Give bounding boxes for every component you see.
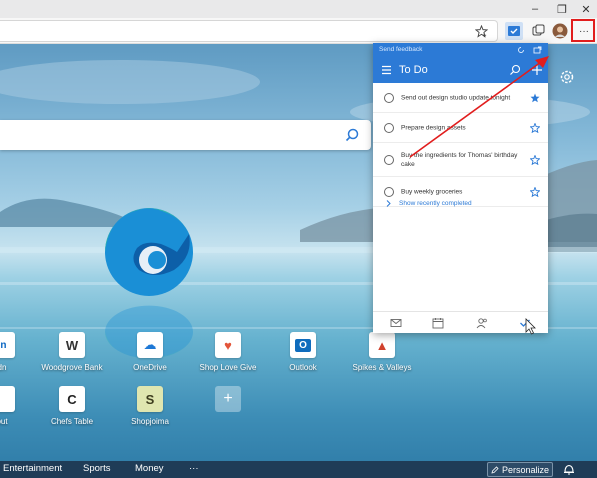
task-item[interactable]: Buy the ingredients for Thomas' birthday…: [373, 143, 548, 177]
gear-icon[interactable]: [558, 68, 576, 86]
quick-link-tile[interactable]: out: [0, 386, 37, 436]
browser-toolbar: ···: [0, 18, 597, 44]
menu-icon[interactable]: [381, 65, 392, 75]
news-more-button[interactable]: ···: [189, 463, 199, 474]
todo-panel-footer: [373, 311, 548, 333]
minimize-button[interactable]: –: [524, 0, 546, 18]
quick-link-icon: ♥: [215, 332, 241, 358]
send-feedback-link[interactable]: Send feedback: [379, 46, 422, 53]
quick-link-icon: S: [137, 386, 163, 412]
plus-icon: +: [215, 386, 241, 412]
star-icon[interactable]: [530, 122, 540, 133]
annotation-highlight-box: [571, 19, 595, 42]
news-tab-entertainment[interactable]: Entertainment: [3, 463, 62, 474]
quick-link-icon: W: [59, 332, 85, 358]
address-bar[interactable]: [0, 20, 498, 42]
close-button[interactable]: ✕: [575, 0, 597, 18]
quick-link-icon: C: [59, 386, 85, 412]
todo-panel-title: To Do: [399, 64, 428, 76]
quick-link-icon: [0, 386, 15, 412]
show-completed-label: Show recently completed: [399, 200, 472, 207]
chevron-right-icon: [386, 200, 391, 207]
quick-link-tile[interactable]: ▲ Spikes & Valleys: [347, 332, 417, 382]
todo-panel: Send feedback To Do Send out design stud…: [373, 43, 548, 333]
task-text: Send out design studio update tonight: [401, 94, 511, 101]
search-icon[interactable]: [345, 128, 359, 142]
quick-link-tile[interactable]: S Shopjoima: [115, 386, 185, 436]
quick-link-icon: ▲: [369, 332, 395, 358]
pop-out-icon[interactable]: [533, 46, 542, 54]
title-bar: – ❐ ✕: [0, 0, 597, 18]
task-complete-checkbox[interactable]: [384, 186, 394, 197]
quick-link-icon: ☁: [137, 332, 163, 358]
task-complete-checkbox[interactable]: [384, 122, 394, 133]
task-text: Prepare design assets: [401, 124, 466, 131]
add-quick-link-button[interactable]: +: [193, 386, 263, 436]
refresh-icon[interactable]: [517, 46, 525, 54]
restore-button[interactable]: ❐: [551, 0, 573, 18]
task-complete-checkbox[interactable]: [384, 154, 394, 165]
personalize-label: Personalize: [501, 464, 550, 475]
task-text: Buy weekly groceries: [401, 188, 463, 195]
search-input[interactable]: [0, 120, 371, 150]
todo-panel-header: Send feedback To Do: [373, 43, 548, 83]
people-icon[interactable]: [476, 317, 488, 329]
avatar[interactable]: [551, 22, 569, 40]
mail-icon[interactable]: [390, 317, 402, 329]
quick-link-icon: O: [290, 332, 316, 358]
star-add-icon[interactable]: [472, 22, 490, 40]
news-tab-money[interactable]: Money: [135, 463, 164, 474]
todo-app-icon[interactable]: [505, 22, 523, 40]
quick-link-tile[interactable]: ♥ Shop Love Give: [193, 332, 263, 382]
show-completed-toggle[interactable]: Show recently completed: [386, 200, 472, 207]
news-tab-sports[interactable]: Sports: [83, 463, 110, 474]
task-complete-checkbox[interactable]: [384, 92, 394, 103]
star-icon[interactable]: [530, 186, 540, 197]
task-item[interactable]: Send out design studio update tonight: [373, 83, 548, 113]
quick-link-tile[interactable]: ☁ OneDrive: [115, 332, 185, 382]
collections-icon[interactable]: [529, 22, 547, 40]
star-icon[interactable]: [530, 154, 540, 165]
quick-link-tile[interactable]: O Outlook: [268, 332, 338, 382]
search-icon[interactable]: [509, 64, 521, 76]
star-filled-icon[interactable]: [530, 93, 540, 103]
quick-link-tile[interactable]: C Chefs Table: [37, 386, 107, 436]
add-task-icon[interactable]: [531, 64, 543, 76]
quick-link-tile[interactable]: W Woodgrove Bank: [37, 332, 107, 382]
task-item[interactable]: Prepare design assets: [373, 113, 548, 143]
quick-link-icon: in: [0, 332, 15, 358]
todo-check-icon[interactable]: [519, 317, 531, 329]
calendar-icon[interactable]: [432, 317, 444, 329]
bell-icon[interactable]: [562, 462, 576, 476]
pencil-icon: [491, 465, 499, 474]
task-text: Buy the ingredients for Thomas' birthday…: [401, 151, 518, 168]
quick-link-tile[interactable]: in dn: [0, 332, 37, 382]
personalize-button[interactable]: Personalize: [487, 462, 553, 477]
